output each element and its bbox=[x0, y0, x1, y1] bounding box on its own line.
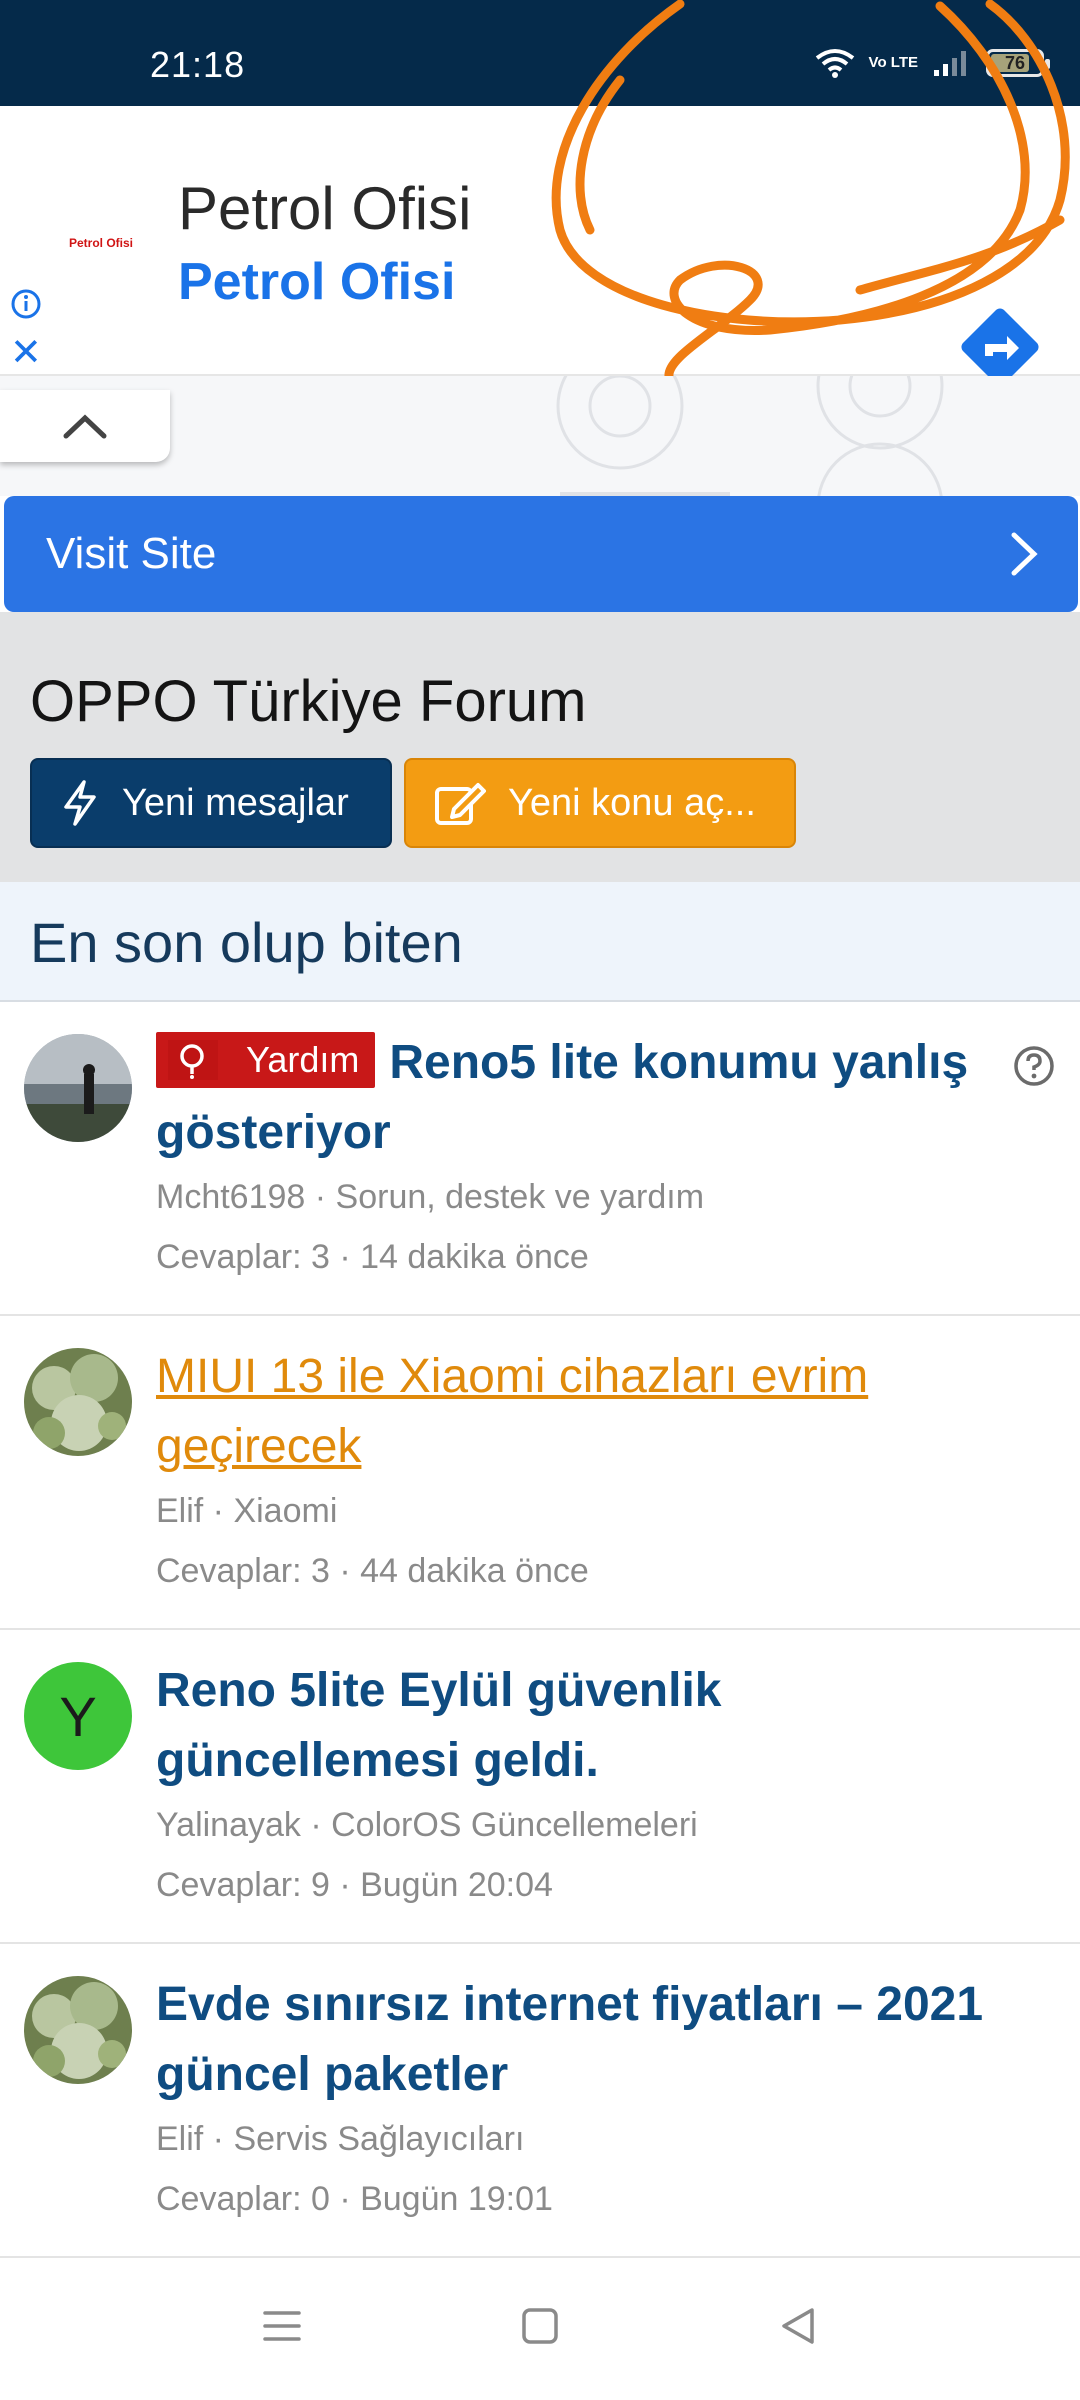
ad-title[interactable]: Petrol Ofisi bbox=[178, 174, 471, 243]
prefix-badge-help[interactable]: Yardım bbox=[156, 1032, 376, 1088]
thread-row[interactable]: Y Reno 5lite Eylül güvenlik güncellemesi… bbox=[0, 1630, 1080, 1944]
battery-icon: 76 bbox=[986, 49, 1050, 77]
forum-title: OPPO Türkiye Forum bbox=[30, 669, 587, 734]
lightning-icon bbox=[64, 780, 96, 826]
thread-stats: Cevaplar: 3 · 44 dakika önce bbox=[156, 1552, 589, 1590]
new-messages-label: Yeni mesajlar bbox=[122, 781, 349, 824]
thread-row[interactable]: Evde sınırsız internet fiyatları – 2021 … bbox=[0, 1944, 1080, 2258]
thread-title[interactable]: MIUI 13 ile Xiaomi cihazları evrim geçir… bbox=[156, 1342, 1036, 1482]
ad-subtitle[interactable]: Petrol Ofisi bbox=[178, 252, 455, 312]
avatar[interactable] bbox=[24, 1034, 132, 1142]
ad-close-icon[interactable]: ✕ bbox=[10, 334, 42, 372]
status-icons: Vo LTE 76 bbox=[815, 48, 1050, 78]
latest-activity-header: En son olup biten bbox=[0, 882, 1080, 1002]
thread-row[interactable]: Yardım Reno5 lite konumu yanlış gösteriy… bbox=[0, 1002, 1080, 1316]
thread-meta[interactable]: Mcht6198 · Sorun, destek ve yardım bbox=[156, 1178, 704, 1217]
question-bulb-icon bbox=[168, 1040, 218, 1080]
thread-stats: Cevaplar: 0 · Bugün 19:01 bbox=[156, 2180, 553, 2218]
edit-icon bbox=[435, 783, 486, 825]
forum-header: OPPO Türkiye Forum Yeni mesajlar Yeni ko… bbox=[0, 612, 1080, 882]
status-time: 21:18 bbox=[150, 44, 246, 85]
visit-site-button[interactable]: Visit Site bbox=[4, 496, 1078, 612]
chevron-right-icon bbox=[1011, 532, 1038, 576]
new-messages-button[interactable]: Yeni mesajlar bbox=[30, 758, 392, 848]
chevron-up-icon bbox=[63, 414, 107, 439]
thread-stats: Cevaplar: 3 · 14 dakika önce bbox=[156, 1238, 589, 1276]
signal-icon bbox=[934, 51, 966, 76]
new-topic-label: Yeni konu aç... bbox=[508, 781, 756, 824]
avatar[interactable] bbox=[24, 1348, 132, 1456]
thread-row[interactable]: MIUI 13 ile Xiaomi cihazları evrim geçir… bbox=[0, 1316, 1080, 1630]
question-mark-icon[interactable] bbox=[1012, 1044, 1056, 1088]
avatar[interactable]: Y bbox=[24, 1662, 132, 1770]
new-topic-button[interactable]: Yeni konu aç... bbox=[404, 758, 796, 848]
thread-title[interactable]: Evde sınırsız internet fiyatları – 2021 … bbox=[156, 1970, 1036, 2110]
visit-site-label: Visit Site bbox=[46, 529, 217, 578]
thread-list: Yardım Reno5 lite konumu yanlış gösteriy… bbox=[0, 1002, 1080, 2258]
thread-meta[interactable]: Elif · Xiaomi bbox=[156, 1492, 337, 1531]
section-heading: En son olup biten bbox=[30, 911, 463, 974]
ad-info-icon[interactable] bbox=[10, 288, 42, 320]
wifi-icon bbox=[815, 49, 854, 78]
prefix-label: Yardım bbox=[246, 1039, 360, 1080]
thread-title-link[interactable]: Yardım Reno5 lite konumu yanlış gösteriy… bbox=[156, 1028, 1036, 1168]
advertiser-logo[interactable]: Petrol Ofisi bbox=[46, 188, 156, 298]
advertiser-logo-text: Petrol Ofisi bbox=[68, 236, 133, 250]
thread-stats: Cevaplar: 9 · Bugün 20:04 bbox=[156, 1866, 553, 1904]
menu-icon[interactable] bbox=[262, 2306, 302, 2346]
back-icon[interactable] bbox=[778, 2306, 818, 2346]
volte-indicator: Vo LTE bbox=[868, 54, 918, 71]
home-icon[interactable] bbox=[520, 2306, 560, 2346]
avatar[interactable] bbox=[24, 1976, 132, 2084]
battery-level: 76 bbox=[1004, 52, 1026, 73]
avatar-letter: Y bbox=[59, 1684, 97, 1748]
thread-meta[interactable]: Yalinayak · ColorOS Güncellemeleri bbox=[156, 1806, 698, 1845]
ad-banner[interactable]: Petrol Ofisi Petrol Ofisi Petrol Ofisi ✕ bbox=[0, 106, 1080, 386]
status-bar: 21:18 Vo LTE 76 bbox=[0, 0, 1080, 106]
thread-meta[interactable]: Elif · Servis Sağlayıcıları bbox=[156, 2120, 524, 2159]
ad-collapse-button[interactable] bbox=[0, 390, 170, 462]
system-nav-bar bbox=[0, 2258, 1080, 2400]
thread-title[interactable]: Reno 5lite Eylül güvenlik güncellemesi g… bbox=[156, 1656, 1036, 1796]
